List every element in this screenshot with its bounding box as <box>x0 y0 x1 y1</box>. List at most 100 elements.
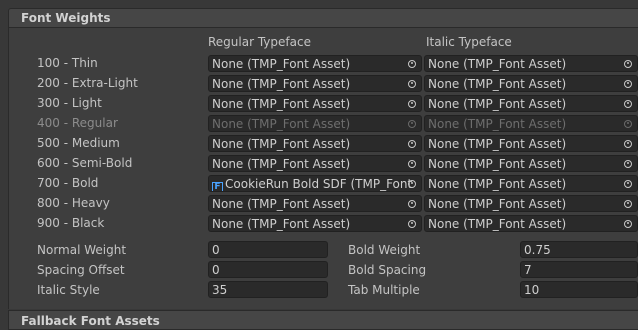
regular-typeface-value: None (TMP_Font Asset) <box>212 117 351 131</box>
object-picker-icon[interactable] <box>403 96 421 111</box>
object-picker-icon[interactable] <box>403 136 421 151</box>
picker-dot <box>408 219 416 228</box>
regular-typeface-value: None (TMP_Font Asset) <box>212 157 351 171</box>
regular-typeface-value: None (TMP_Font Asset) <box>212 197 351 211</box>
picker-dot <box>624 219 632 228</box>
italic-typeface-field[interactable]: None (TMP_Font Asset) <box>424 55 638 72</box>
bold-spacing-label: Bold Spacing <box>348 263 427 277</box>
regular-typeface-field[interactable]: None (TMP_Font Asset) <box>208 75 422 92</box>
object-picker-icon[interactable] <box>403 176 421 191</box>
normal-weight-field[interactable]: 0 <box>208 241 328 258</box>
italic-typeface-header: Italic Typeface <box>426 35 512 49</box>
picker-dot <box>408 179 416 188</box>
regular-typeface-field[interactable]: None (TMP_Font Asset) <box>208 155 422 172</box>
italic-typeface-value: None (TMP_Font Asset) <box>428 217 567 231</box>
spacing-offset-label: Spacing Offset <box>37 263 125 277</box>
italic-typeface-value: None (TMP_Font Asset) <box>428 157 567 171</box>
picker-dot <box>408 119 416 128</box>
picker-dot <box>624 179 632 188</box>
object-picker-icon[interactable] <box>619 136 637 151</box>
object-picker-icon[interactable] <box>403 56 421 71</box>
picker-dot <box>624 199 632 208</box>
bold-weight-field[interactable]: 0.75 <box>520 241 638 258</box>
weight-row-label: 800 - Heavy <box>37 196 110 210</box>
regular-typeface-value: None (TMP_Font Asset) <box>212 137 351 151</box>
tab-multiple-value: 10 <box>524 283 540 297</box>
picker-dot <box>624 59 632 68</box>
regular-typeface-value: None (TMP_Font Asset) <box>212 57 351 71</box>
weight-row-label: 300 - Light <box>37 96 102 110</box>
regular-typeface-value: None (TMP_Font Asset) <box>212 217 351 231</box>
weight-row-label: 900 - Black <box>37 216 105 230</box>
italic-typeface-value: None (TMP_Font Asset) <box>428 177 567 191</box>
object-picker-icon[interactable] <box>403 76 421 91</box>
italic-style-field[interactable]: 35 <box>208 281 328 298</box>
bold-weight-label: Bold Weight <box>348 243 421 257</box>
object-picker-icon[interactable] <box>403 216 421 231</box>
italic-typeface-field[interactable]: None (TMP_Font Asset) <box>424 155 638 172</box>
object-picker-icon[interactable] <box>619 216 637 231</box>
tab-multiple-label: Tab Multiple <box>348 283 420 297</box>
bold-weight-value: 0.75 <box>524 243 551 257</box>
tab-multiple-field[interactable]: 10 <box>520 281 638 298</box>
italic-style-label: Italic Style <box>37 283 100 297</box>
weight-row-label: 500 - Medium <box>37 136 120 150</box>
regular-typeface-value: F CookieRun Bold SDF (TMP_Font <box>212 177 413 191</box>
regular-typeface-field[interactable]: None (TMP_Font Asset) <box>208 55 422 72</box>
bold-spacing-field[interactable]: 7 <box>520 261 638 278</box>
object-picker-icon[interactable] <box>619 196 637 211</box>
italic-typeface-field[interactable]: None (TMP_Font Asset) <box>424 115 638 132</box>
object-picker-icon[interactable] <box>619 76 637 91</box>
regular-typeface-field[interactable]: F CookieRun Bold SDF (TMP_Font <box>208 175 422 192</box>
picker-dot <box>624 159 632 168</box>
normal-weight-label: Normal Weight <box>37 243 127 257</box>
spacing-offset-value: 0 <box>212 263 220 277</box>
object-picker-icon[interactable] <box>619 176 637 191</box>
fallback-title: Fallback Font Assets <box>21 314 160 328</box>
italic-typeface-field[interactable]: None (TMP_Font Asset) <box>424 175 638 192</box>
object-picker-icon[interactable] <box>403 196 421 211</box>
picker-dot <box>408 199 416 208</box>
regular-typeface-field[interactable]: None (TMP_Font Asset) <box>208 215 422 232</box>
italic-typeface-value: None (TMP_Font Asset) <box>428 97 567 111</box>
italic-typeface-value: None (TMP_Font Asset) <box>428 77 567 91</box>
regular-typeface-field[interactable]: None (TMP_Font Asset) <box>208 115 422 132</box>
font-weights-header[interactable]: Font Weights <box>8 8 638 28</box>
regular-typeface-value: None (TMP_Font Asset) <box>212 77 351 91</box>
object-picker-icon[interactable] <box>619 56 637 71</box>
object-picker-icon[interactable] <box>619 96 637 111</box>
regular-typeface-text: CookieRun Bold SDF (TMP_Font <box>225 177 413 191</box>
picker-dot <box>408 139 416 148</box>
object-picker-icon[interactable] <box>403 156 421 171</box>
object-picker-icon[interactable] <box>619 116 637 131</box>
picker-dot <box>408 59 416 68</box>
italic-typeface-field[interactable]: None (TMP_Font Asset) <box>424 215 638 232</box>
picker-dot <box>408 79 416 88</box>
italic-typeface-field[interactable]: None (TMP_Font Asset) <box>424 135 638 152</box>
picker-dot <box>624 119 632 128</box>
regular-typeface-field[interactable]: None (TMP_Font Asset) <box>208 195 422 212</box>
italic-typeface-field[interactable]: None (TMP_Font Asset) <box>424 95 638 112</box>
italic-typeface-field[interactable]: None (TMP_Font Asset) <box>424 195 638 212</box>
italic-style-value: 35 <box>212 283 228 297</box>
regular-typeface-value: None (TMP_Font Asset) <box>212 97 351 111</box>
regular-typeface-field[interactable]: None (TMP_Font Asset) <box>208 135 422 152</box>
italic-typeface-value: None (TMP_Font Asset) <box>428 117 567 131</box>
regular-typeface-header: Regular Typeface <box>208 35 311 49</box>
italic-typeface-value: None (TMP_Font Asset) <box>428 197 567 211</box>
regular-typeface-field[interactable]: None (TMP_Font Asset) <box>208 95 422 112</box>
weight-row-label: 600 - Semi-Bold <box>37 156 133 170</box>
italic-typeface-field[interactable]: None (TMP_Font Asset) <box>424 75 638 92</box>
picker-dot <box>408 159 416 168</box>
fallback-font-assets-header[interactable]: Fallback Font Assets <box>8 310 638 330</box>
picker-dot <box>624 99 632 108</box>
weight-row-label: 400 - Regular <box>37 116 118 130</box>
object-picker-icon[interactable] <box>619 156 637 171</box>
spacing-offset-field[interactable]: 0 <box>208 261 328 278</box>
picker-dot <box>624 139 632 148</box>
section-title: Font Weights <box>21 11 111 25</box>
bold-spacing-value: 7 <box>524 263 532 277</box>
picker-dot <box>624 79 632 88</box>
object-picker-icon[interactable] <box>403 116 421 131</box>
picker-dot <box>408 99 416 108</box>
